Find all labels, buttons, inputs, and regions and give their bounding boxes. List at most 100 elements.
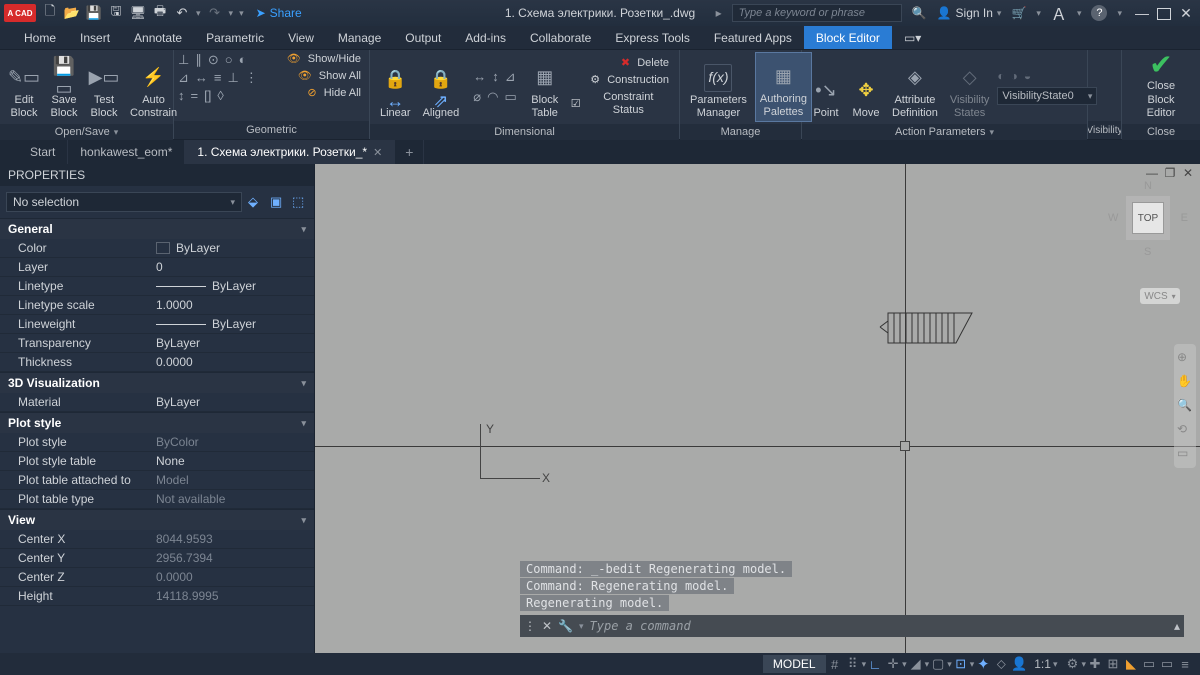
saveas-icon[interactable]: 🖫 (108, 5, 124, 21)
dyn-icon[interactable]: ⊡ (952, 656, 970, 672)
panel-label[interactable]: Manage (680, 124, 801, 140)
property-row[interactable]: Thickness0.0000 (0, 353, 314, 372)
geom-icon[interactable]: ⋮ (245, 70, 258, 86)
close-button[interactable]: ✕ (1176, 5, 1196, 21)
construction-button[interactable]: ⚙ Construction (567, 73, 673, 88)
doc-tab[interactable]: honkawest_eom* (68, 140, 185, 164)
attribute-definition-button[interactable]: ◈AttributeDefinition (888, 52, 942, 122)
panel-label[interactable]: Dimensional (370, 124, 679, 140)
vis-icon[interactable]: ◑ (1011, 69, 1018, 83)
selection-dropdown[interactable]: No selection▾ (6, 192, 242, 212)
workspace-icon[interactable]: ⚙ (1063, 656, 1081, 672)
cart-icon[interactable]: 🛒 (1011, 6, 1026, 20)
aligned-button[interactable]: 🔒⇗Aligned (419, 52, 464, 122)
geom-icon[interactable]: ↕ (178, 88, 185, 103)
cmd-handle-icon[interactable]: ⋮ (524, 619, 536, 633)
visibility-state-dropdown[interactable]: VisibilityState0▾ (997, 87, 1097, 105)
vis-icon[interactable]: ◒ (1024, 69, 1031, 83)
zoom-icon[interactable]: 🔍 (1177, 398, 1193, 414)
ribbon-tab-view[interactable]: View (276, 26, 326, 49)
property-row[interactable]: LineweightByLayer (0, 315, 314, 334)
cmd-customize-icon[interactable]: 🔧 (558, 619, 573, 633)
units-icon[interactable]: ⊞ (1104, 656, 1122, 672)
annotation-scale[interactable]: 1:1▾ (1028, 655, 1063, 673)
property-row[interactable]: Plot table attached toModel (0, 471, 314, 490)
share-button[interactable]: ➤ Share (256, 6, 302, 20)
ribbon-tab-output[interactable]: Output (393, 26, 453, 49)
web-icon[interactable]: 🖥 (130, 5, 146, 21)
close-icon[interactable]: ✕ (373, 146, 382, 159)
props-section-header[interactable]: General▾ (0, 218, 314, 239)
panel-label[interactable]: Action Parameters▾ (802, 124, 1087, 140)
plot-icon[interactable]: 🖶 (152, 5, 168, 21)
snap-icon[interactable]: ⠿ (844, 656, 862, 672)
customize-icon[interactable]: ≡ (1176, 657, 1194, 672)
polar-icon[interactable]: ✛ (884, 656, 902, 672)
dim-icon[interactable]: ⌀ (473, 89, 481, 105)
geom-icon[interactable]: ⊥ (178, 52, 189, 68)
ribbon-tab-add-ins[interactable]: Add-ins (453, 26, 518, 49)
property-row[interactable]: Layer0 (0, 258, 314, 277)
viewcube[interactable]: N S W E TOP (1108, 178, 1188, 258)
geom-icon[interactable]: ⊥ (228, 70, 239, 86)
ortho-icon[interactable]: ∟ (866, 657, 884, 672)
geom-icon[interactable]: ≡ (214, 70, 222, 86)
help-icon[interactable]: ? (1091, 5, 1107, 21)
geom-icon[interactable]: ⊙ (208, 52, 219, 68)
app-logo[interactable]: A CAD (4, 4, 36, 22)
props-section-header[interactable]: View▾ (0, 509, 314, 530)
doc-tab[interactable]: 1. Схема электрики. Розетки_*✕ (185, 140, 395, 164)
doc-tab[interactable]: Start (18, 140, 68, 164)
props-section-header[interactable]: 3D Visualization▾ (0, 372, 314, 393)
auto-constrain-button[interactable]: ⚡AutoConstrain (126, 52, 181, 122)
command-input[interactable]: Type a command (590, 619, 1168, 633)
ribbon-tab-express-tools[interactable]: Express Tools (603, 26, 701, 49)
property-row[interactable]: Plot table typeNot available (0, 490, 314, 509)
drawing-canvas[interactable]: — ❐ ✕ Y X N S W E TOP W (315, 164, 1200, 653)
maximize-button[interactable] (1154, 5, 1174, 21)
hardware-accel-icon[interactable]: ◣ (1122, 656, 1140, 672)
tpy-icon[interactable]: ⬦ (992, 656, 1010, 672)
property-row[interactable]: Center Z0.0000 (0, 568, 314, 587)
save-block-button[interactable]: 💾▭SaveBlock (46, 52, 82, 122)
delete-button[interactable]: ✖ Delete (567, 56, 673, 71)
show-hide-button[interactable]: 👁 Show/Hide (283, 52, 365, 67)
property-row[interactable]: MaterialByLayer (0, 393, 314, 412)
property-row[interactable]: Linetype scale1.0000 (0, 296, 314, 315)
dim-icon[interactable]: ◠ (487, 89, 498, 105)
vis-icon[interactable]: ◐ (997, 69, 1004, 83)
property-row[interactable]: LinetypeByLayer (0, 277, 314, 296)
property-row[interactable]: Center Y2956.7394 (0, 549, 314, 568)
wcs-badge[interactable]: WCS▾ (1140, 288, 1180, 304)
dim-icon[interactable]: ↔ (473, 69, 486, 85)
property-row[interactable]: TransparencyByLayer (0, 334, 314, 353)
annomonitor-icon[interactable]: ✚ (1086, 656, 1104, 672)
ribbon-tab-collaborate[interactable]: Collaborate (518, 26, 603, 49)
app-icon[interactable]: Ａ (1051, 1, 1067, 25)
ribbon-tab-block-editor[interactable]: Block Editor (804, 26, 892, 49)
property-row[interactable]: Height14118.9995 (0, 587, 314, 606)
select-objects-icon[interactable]: ▣ (270, 194, 286, 210)
cmd-history-icon[interactable]: ▴ (1174, 619, 1180, 633)
show-all-button[interactable]: 👁 Show All (283, 69, 365, 84)
dim-icon[interactable]: ↕ (492, 69, 499, 85)
cleanscreen-icon[interactable]: ▭ (1158, 656, 1176, 672)
isolate-icon[interactable]: ▭ (1140, 656, 1158, 672)
props-section-header[interactable]: Plot style▾ (0, 412, 314, 433)
parameters-manager-button[interactable]: f(x)ParametersManager (686, 52, 751, 122)
ribbon-tab-featured-apps[interactable]: Featured Apps (702, 26, 804, 49)
hide-all-button[interactable]: ⊘ Hide All (283, 86, 365, 101)
visibility-states-button[interactable]: ◇VisibilityStates (946, 52, 994, 122)
geom-icon[interactable]: ◊ (217, 88, 223, 103)
isodraft-icon[interactable]: ◢ (907, 656, 925, 672)
ribbon-tab-manage[interactable]: Manage (326, 26, 393, 49)
osnap-icon[interactable]: ▢ (929, 656, 947, 672)
geom-icon[interactable]: [] (204, 88, 211, 103)
undo-dropdown[interactable]: ▾ (196, 8, 201, 19)
property-row[interactable]: ColorByLayer (0, 239, 314, 258)
lwt-icon[interactable]: ✦ (974, 655, 992, 673)
ribbon-tab-insert[interactable]: Insert (68, 26, 122, 49)
qp-icon[interactable]: 👤 (1010, 656, 1028, 672)
command-line[interactable]: ⋮ ✕ 🔧 ▾ Type a command ▴ (520, 615, 1184, 637)
dim-icon[interactable]: ▭ (504, 89, 516, 105)
